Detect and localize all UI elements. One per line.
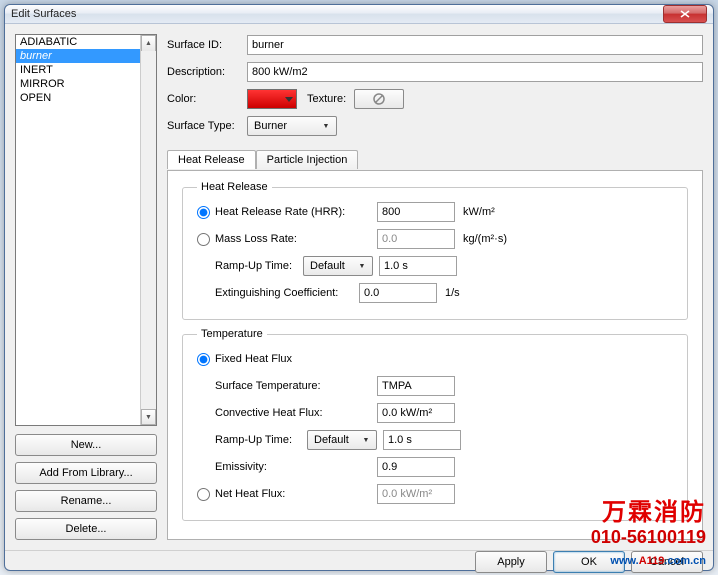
scrollbar[interactable]: ▲ ▼ (140, 35, 156, 425)
hr-ramp-input[interactable] (379, 256, 457, 276)
hrr-radio[interactable] (197, 206, 210, 219)
scroll-up[interactable]: ▲ (141, 35, 156, 51)
list-item[interactable]: MIRROR (16, 77, 140, 91)
close-button[interactable] (663, 5, 707, 23)
mlr-label: Mass Loss Rate: (215, 233, 377, 245)
surface-id-input[interactable] (247, 35, 703, 55)
ext-coef-input[interactable] (359, 283, 437, 303)
surf-temp-label: Surface Temperature: (215, 380, 377, 392)
apply-button[interactable]: Apply (475, 551, 547, 573)
tab-container: Heat Release Particle Injection Heat Rel… (167, 170, 703, 540)
temp-ramp-label: Ramp-Up Time: (215, 434, 307, 446)
texture-button[interactable] (354, 89, 404, 109)
new-button[interactable]: New... (15, 434, 157, 456)
dialog-button-bar: Apply OK Cancel (5, 550, 713, 573)
fixed-flux-radio[interactable] (197, 353, 210, 366)
left-column: ADIABATICburnerINERTMIRROROPEN ▲ ▼ New..… (15, 34, 157, 540)
add-from-library-button[interactable]: Add From Library... (15, 462, 157, 484)
color-picker[interactable] (247, 89, 297, 109)
rename-button[interactable]: Rename... (15, 490, 157, 512)
scroll-down[interactable]: ▼ (141, 409, 156, 425)
tab-heat-release[interactable]: Heat Release (167, 150, 256, 169)
no-texture-icon (373, 93, 385, 105)
temperature-group: Temperature Fixed Heat Flux Surface Temp… (182, 328, 688, 521)
list-item[interactable]: ADIABATIC (16, 35, 140, 49)
surf-temp-input[interactable] (377, 376, 455, 396)
texture-label: Texture: (307, 93, 346, 105)
temperature-legend: Temperature (197, 328, 267, 340)
chevron-down-icon: ▼ (319, 123, 333, 130)
edit-surfaces-dialog: Edit Surfaces ADIABATICburnerINERTMIRROR… (4, 4, 714, 571)
chevron-down-icon: ▼ (355, 263, 369, 270)
emissivity-label: Emissivity: (215, 461, 377, 473)
color-label: Color: (167, 93, 247, 105)
temp-ramp-input[interactable] (383, 430, 461, 450)
net-flux-label: Net Heat Flux: (215, 488, 377, 500)
conv-flux-label: Convective Heat Flux: (215, 407, 377, 419)
net-flux-radio[interactable] (197, 488, 210, 501)
heat-release-legend: Heat Release (197, 181, 272, 193)
tab-particle-injection[interactable]: Particle Injection (256, 150, 359, 169)
description-input[interactable] (247, 62, 703, 82)
dialog-content: ADIABATICburnerINERTMIRROROPEN ▲ ▼ New..… (5, 24, 713, 550)
hrr-unit: kW/m² (463, 206, 533, 218)
delete-button[interactable]: Delete... (15, 518, 157, 540)
list-item[interactable]: burner (16, 49, 140, 63)
hr-ramp-combo[interactable]: Default ▼ (303, 256, 373, 276)
list-item[interactable]: OPEN (16, 91, 140, 105)
list-item[interactable]: INERT (16, 63, 140, 77)
mlr-unit: kg/(m²·s) (463, 233, 533, 245)
hr-ramp-label: Ramp-Up Time: (215, 260, 303, 272)
cancel-button[interactable]: Cancel (631, 551, 703, 573)
heat-release-group: Heat Release Heat Release Rate (HRR): kW… (182, 181, 688, 320)
surface-type-combo[interactable]: Burner ▼ (247, 116, 337, 136)
mlr-radio[interactable] (197, 233, 210, 246)
window-title: Edit Surfaces (11, 8, 663, 20)
surface-type-label: Surface Type: (167, 120, 247, 132)
mlr-input (377, 229, 455, 249)
hrr-label: Heat Release Rate (HRR): (215, 206, 377, 218)
temp-ramp-combo[interactable]: Default ▼ (307, 430, 377, 450)
conv-flux-input[interactable] (377, 403, 455, 423)
surface-list[interactable]: ADIABATICburnerINERTMIRROROPEN ▲ ▼ (15, 34, 157, 426)
right-column: Surface ID: Description: Color: Texture:… (167, 34, 703, 540)
hrr-input[interactable] (377, 202, 455, 222)
ok-button[interactable]: OK (553, 551, 625, 573)
ext-coef-label: Extinguishing Coefficient: (215, 287, 359, 299)
net-flux-input (377, 484, 455, 504)
fixed-flux-label: Fixed Heat Flux (215, 353, 377, 365)
chevron-down-icon: ▼ (359, 437, 373, 444)
titlebar[interactable]: Edit Surfaces (5, 5, 713, 24)
close-icon (680, 10, 690, 18)
emissivity-input[interactable] (377, 457, 455, 477)
ext-coef-unit: 1/s (445, 287, 515, 299)
surface-id-label: Surface ID: (167, 39, 247, 51)
description-label: Description: (167, 66, 247, 78)
